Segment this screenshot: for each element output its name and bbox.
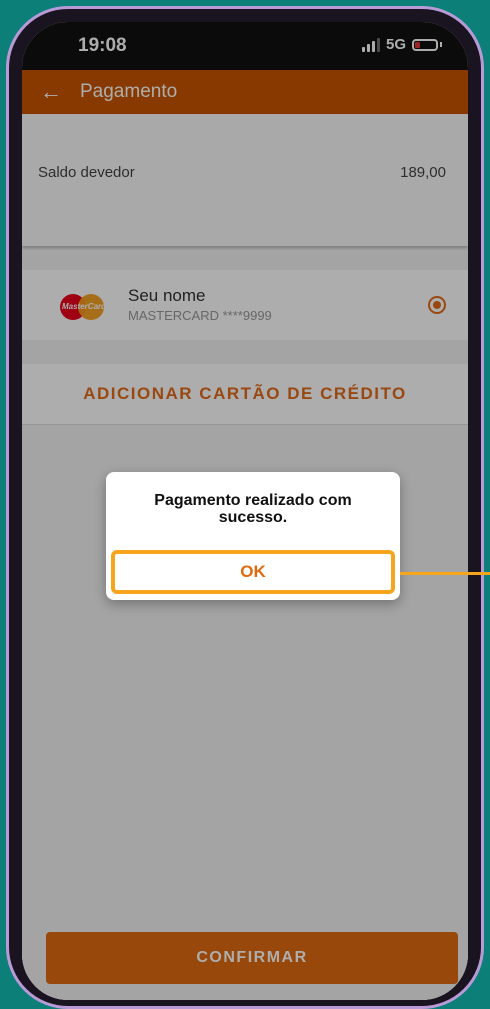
ok-button[interactable]: OK	[111, 550, 395, 594]
callout-line	[400, 572, 490, 575]
phone-screen: 19:08 5G ← Pagamento Saldo devedor 189,0…	[22, 22, 468, 1000]
ok-label: OK	[240, 562, 266, 581]
success-dialog: Pagamento realizado com sucesso. OK	[106, 472, 400, 600]
dialog-message: Pagamento realizado com sucesso.	[154, 492, 352, 526]
